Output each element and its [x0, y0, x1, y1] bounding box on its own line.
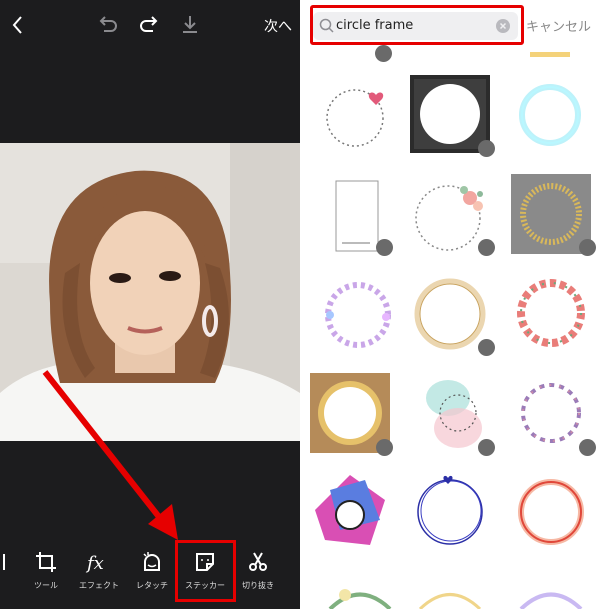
crown-icon	[478, 140, 495, 157]
edited-photo	[0, 143, 300, 441]
sticker-orange-glow-ring[interactable]	[511, 472, 591, 552]
cancel-button[interactable]: キャンセル	[526, 16, 591, 35]
crown-icon	[579, 239, 596, 256]
crown-icon	[478, 339, 495, 356]
sticker-partial	[510, 45, 590, 57]
sticker-black-grunge-circle[interactable]	[410, 75, 490, 153]
cutout-icon	[249, 552, 267, 571]
sticker-search-panel: circle frame キャンセル	[300, 0, 600, 609]
sticker-gold-glitter-ring[interactable]	[511, 174, 591, 254]
redo-icon[interactable]	[137, 12, 163, 38]
crown-icon	[376, 439, 393, 456]
crown-icon	[579, 439, 596, 456]
crown-icon	[376, 239, 393, 256]
crown-icon	[478, 439, 495, 456]
sticker-tool-highlight	[175, 540, 236, 602]
next-button[interactable]: 次へ	[264, 16, 292, 36]
crop-icon	[36, 552, 56, 572]
sticker-dotted-circle-heart[interactable]	[320, 78, 400, 158]
editor-toolbar: ョ ツール fx エフェクト レタッチ ステッカー 切り抜き	[0, 544, 300, 609]
sticker-partial[interactable]	[410, 575, 490, 609]
tool-cutout[interactable]: 切り抜き	[230, 550, 286, 591]
fx-icon: fx	[85, 553, 104, 574]
sticker-flower-wreath[interactable]	[511, 273, 591, 353]
sticker-colorful-abstract-circle[interactable]	[310, 470, 390, 550]
tool-tools[interactable]: ツール	[18, 550, 74, 591]
svg-text:fx: fx	[85, 553, 104, 574]
crown-icon	[478, 239, 495, 256]
crown-icon	[375, 45, 392, 62]
tool-effects[interactable]: fx エフェクト	[71, 550, 127, 591]
tool-label: レタッチ	[136, 581, 168, 590]
tool-label: ツール	[34, 581, 58, 590]
tool-label: 切り抜き	[242, 581, 274, 590]
retouch-icon	[143, 552, 160, 571]
sticker-partial[interactable]	[320, 575, 400, 609]
sticker-feather-wreath[interactable]	[511, 373, 591, 453]
sticker-bubble-circle[interactable]	[318, 275, 398, 355]
editor-panel: 次へ ョ	[0, 0, 300, 609]
sticker-partial[interactable]	[511, 575, 591, 609]
download-icon[interactable]	[177, 12, 203, 38]
editor-top-bar: 次へ	[0, 0, 300, 50]
undo-icon[interactable]	[94, 12, 120, 38]
tool-retouch[interactable]: レタッチ	[124, 550, 180, 591]
tool-label: エフェクト	[79, 581, 119, 590]
sticker-blue-scribble-circle[interactable]	[410, 470, 490, 550]
search-highlight-box	[310, 5, 524, 45]
back-icon[interactable]	[6, 12, 32, 38]
sticker-gold-glitter-circle[interactable]	[410, 272, 490, 352]
sticker-neon-blue-ring[interactable]	[513, 75, 593, 155]
